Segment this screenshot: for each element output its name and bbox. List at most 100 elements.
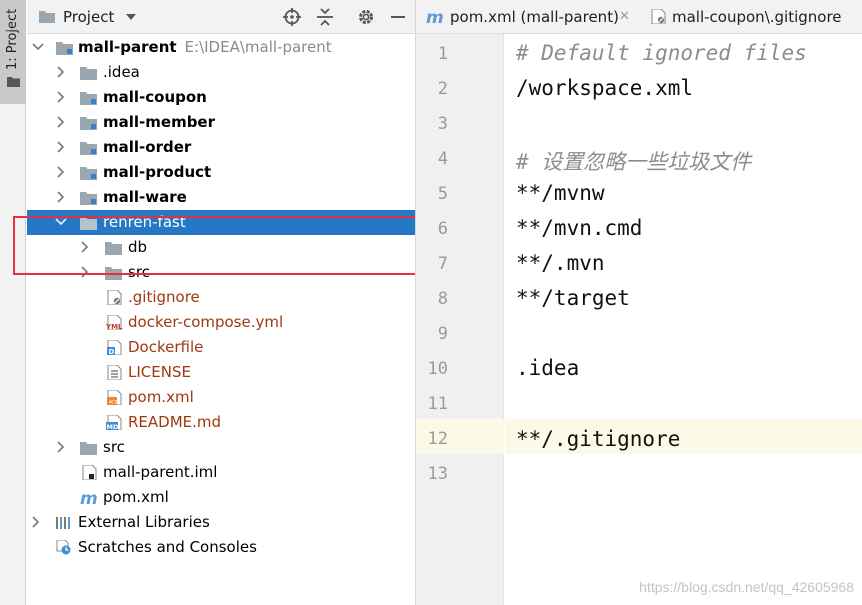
code-line[interactable] (505, 456, 862, 491)
tree-label: .idea (103, 63, 140, 81)
module-folder-icon (80, 167, 97, 180)
tree-row-mall-ware[interactable]: mall-ware (27, 185, 415, 210)
chevron-right-icon[interactable] (55, 66, 67, 78)
code-line[interactable]: **/target (505, 281, 862, 316)
code-text: .idea (516, 356, 580, 380)
editor-tab-bar: m pom.xml (mall-parent) ✕ mall-coupon\.g… (416, 0, 862, 34)
chevron-down-icon[interactable] (32, 41, 44, 53)
tree-label: mall-order (103, 138, 192, 156)
tree-row-mall-product[interactable]: mall-product (27, 160, 415, 185)
line-number: 5 (437, 184, 448, 204)
line-number: 1 (437, 44, 448, 64)
tree-row-external-libraries[interactable]: External Libraries (27, 510, 415, 535)
tree-row-parent-pom[interactable]: m pom.xml (27, 485, 415, 510)
tree-label: mall-product (103, 163, 212, 181)
tree-row-mall-order[interactable]: mall-order (27, 135, 415, 160)
iml-file-icon (82, 465, 97, 480)
tree-row-mall-member[interactable]: mall-member (27, 110, 415, 135)
code-text: **/.gitignore (516, 427, 681, 451)
tree-row-dockerfile[interactable]: D Dockerfile (27, 335, 415, 360)
tab-label: mall-coupon\.gitignore (672, 8, 842, 26)
tree-label: External Libraries (78, 513, 210, 531)
code-line[interactable]: **/mvn.cmd (505, 211, 862, 246)
minimize-icon[interactable] (389, 8, 407, 26)
chevron-right-icon[interactable] (55, 166, 67, 178)
code-text: **/mvnw (516, 181, 605, 205)
markdown-file-icon: MD (106, 415, 122, 430)
chevron-right-icon[interactable] (55, 141, 67, 153)
code-text: /workspace.xml (516, 76, 694, 100)
code-editor[interactable]: # Default ignored files /workspace.xml #… (505, 34, 862, 605)
svg-text:MD: MD (107, 423, 119, 430)
code-line[interactable] (505, 316, 862, 351)
code-line[interactable] (505, 386, 862, 421)
tree-row-scratches[interactable]: Scratches and Consoles (27, 535, 415, 560)
chevron-right-icon[interactable] (55, 116, 67, 128)
chevron-right-icon[interactable] (55, 91, 67, 103)
tree-label: src (103, 438, 125, 456)
svg-text:m: m (426, 9, 444, 25)
code-line[interactable]: **/mvnw (505, 176, 862, 211)
line-number: 10 (427, 359, 448, 379)
tree-row-mall-parent[interactable]: mall-parent E:\IDEA\mall-parent (27, 35, 415, 60)
code-line-current[interactable]: **/.gitignore (505, 419, 862, 454)
tree-row-gitignore[interactable]: .gitignore (27, 285, 415, 310)
line-number: 6 (437, 219, 448, 239)
scratches-icon (56, 540, 71, 555)
tree-row-license[interactable]: LICENSE (27, 360, 415, 385)
tree-label: pom.xml (103, 488, 169, 506)
code-line[interactable]: # 设置忽略一些垃圾文件 (505, 141, 862, 176)
line-number-gutter: 1 2 3 4 5 6 7 8 9 10 11 12 13 (416, 34, 504, 605)
tree-label: mall-coupon (103, 88, 207, 106)
tree-label: mall-parent (78, 38, 177, 56)
code-line[interactable]: .idea (505, 351, 862, 386)
code-line[interactable]: /workspace.xml (505, 71, 862, 106)
line-number: 3 (437, 114, 448, 134)
module-folder-icon (80, 142, 97, 155)
project-view-title[interactable]: Project (63, 8, 114, 26)
dockerfile-icon: D (107, 340, 122, 355)
chevron-right-icon[interactable] (55, 191, 67, 203)
tree-row-renren-pom[interactable]: <> pom.xml (27, 385, 415, 410)
code-text: **/target (516, 286, 630, 310)
folder-icon (80, 442, 97, 455)
tree-row-readme[interactable]: MD README.md (27, 410, 415, 435)
gear-icon[interactable] (357, 8, 375, 26)
tab-pom-xml[interactable]: m pom.xml (mall-parent) ✕ (416, 0, 638, 34)
tree-row-mall-coupon[interactable]: mall-coupon (27, 85, 415, 110)
chevron-down-icon[interactable] (126, 14, 136, 20)
chevron-right-icon[interactable] (30, 516, 42, 528)
tab-label: pom.xml (mall-parent) (450, 8, 619, 26)
project-tool-window-button[interactable]: 1: Project (0, 0, 26, 104)
chevron-right-icon[interactable] (55, 441, 67, 453)
maven-icon: m (426, 9, 444, 25)
code-line[interactable]: **/.mvn (505, 246, 862, 281)
module-folder-icon (80, 192, 97, 205)
module-folder-icon (56, 42, 73, 55)
code-line[interactable] (505, 106, 862, 141)
svg-text:YML: YML (106, 323, 123, 330)
code-comment: # Default ignored files (516, 41, 807, 65)
tree-row-idea[interactable]: .idea (27, 60, 415, 85)
tree-row-iml[interactable]: mall-parent.iml (27, 460, 415, 485)
text-file-icon (107, 365, 122, 380)
tree-label: mall-ware (103, 188, 187, 206)
gitignore-file-icon (651, 9, 666, 24)
project-path: E:\IDEA\mall-parent (184, 38, 332, 56)
tree-label: LICENSE (128, 363, 191, 381)
maven-icon: m (80, 490, 98, 505)
collapse-all-icon[interactable] (316, 8, 334, 26)
tree-label: README.md (128, 413, 222, 431)
folder-icon (80, 67, 97, 80)
tree-row-parent-src[interactable]: src (27, 435, 415, 460)
tab-gitignore[interactable]: mall-coupon\.gitignore (642, 0, 862, 34)
code-line[interactable]: # Default ignored files (505, 36, 862, 71)
line-number: 7 (437, 254, 448, 274)
locate-icon[interactable] (283, 8, 301, 26)
project-folder-icon (39, 11, 55, 23)
line-number: 12 (427, 429, 448, 449)
close-icon[interactable]: ✕ (619, 9, 630, 24)
tree-row-docker-compose[interactable]: YML docker-compose.yml (27, 310, 415, 335)
module-folder-icon (80, 92, 97, 105)
line-number: 13 (427, 464, 448, 484)
